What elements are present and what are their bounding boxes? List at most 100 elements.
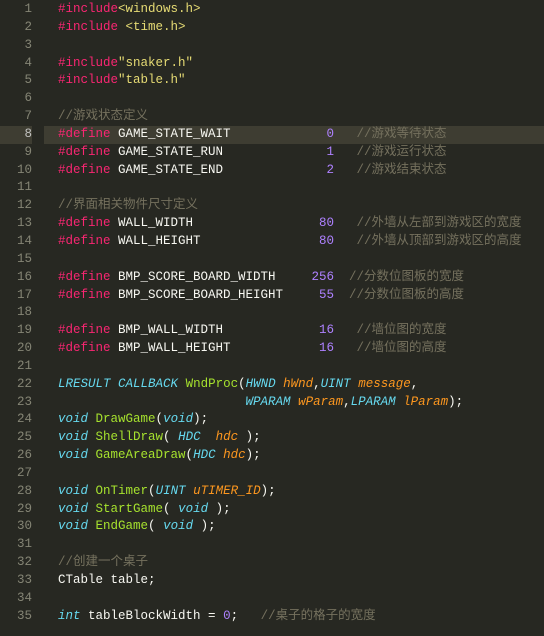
code-token (111, 216, 119, 230)
code-token (111, 323, 119, 337)
code-line[interactable] (44, 304, 544, 322)
code-token (291, 395, 299, 409)
line-number: 10 (0, 162, 32, 180)
code-token: void (58, 502, 88, 516)
code-token: #include (58, 20, 118, 34)
line-number: 22 (0, 376, 32, 394)
code-token: CTable table; (58, 573, 156, 587)
code-line[interactable] (44, 358, 544, 376)
line-number: 9 (0, 144, 32, 162)
code-line[interactable]: #define BMP_WALL_HEIGHT16 //墙位图的高度 (44, 340, 544, 358)
line-number: 5 (0, 72, 32, 90)
code-token: ( (238, 377, 246, 391)
code-token (111, 145, 119, 159)
line-number: 33 (0, 572, 32, 590)
code-line[interactable]: //游戏状态定义 (44, 108, 544, 126)
code-line[interactable] (44, 37, 544, 55)
code-line[interactable]: #define GAME_STATE_END2 //游戏结束状态 (44, 162, 544, 180)
code-editor-area[interactable]: #include<windows.h>#include <time.h>#inc… (44, 0, 544, 636)
code-token (111, 377, 119, 391)
code-line[interactable]: #define GAME_STATE_WAIT0 //游戏等待状态 (44, 126, 544, 144)
code-line[interactable]: #define BMP_SCORE_BOARD_HEIGHT55 //分数位图板… (44, 287, 544, 305)
code-token: 0 (223, 609, 231, 623)
code-line[interactable] (44, 465, 544, 483)
code-token: message (358, 377, 411, 391)
line-number: 30 (0, 518, 32, 536)
code-line[interactable] (44, 590, 544, 608)
code-token: lParam (403, 395, 448, 409)
code-token: OnTimer (96, 484, 149, 498)
code-line[interactable]: #define WALL_HEIGHT80 //外墙从顶部到游戏区的高度 (44, 233, 544, 251)
code-token: DrawGame (96, 412, 156, 426)
code-token: ; (231, 609, 261, 623)
line-number: 23 (0, 394, 32, 412)
code-token: ); (193, 519, 216, 533)
code-token: ); (448, 395, 463, 409)
code-token (58, 395, 246, 409)
code-token: ); (238, 430, 261, 444)
code-token: WndProc (186, 377, 239, 391)
code-line[interactable]: //界面相关物件尺寸定义 (44, 197, 544, 215)
code-token: UINT (156, 484, 186, 498)
code-line[interactable]: void ShellDraw( HDC hdc ); (44, 429, 544, 447)
code-line[interactable]: LRESULT CALLBACK WndProc(HWND hWnd,UINT … (44, 376, 544, 394)
code-token: CALLBACK (118, 377, 178, 391)
code-token: 80 (300, 215, 334, 233)
code-token: int (58, 609, 81, 623)
code-line[interactable] (44, 251, 544, 269)
code-token: void (163, 412, 193, 426)
code-token: BMP_WALL_HEIGHT (118, 340, 300, 358)
code-token: #define (58, 127, 111, 141)
code-token (334, 127, 357, 141)
code-token: GAME_STATE_WAIT (118, 126, 300, 144)
line-number: 19 (0, 322, 32, 340)
line-number: 8 (0, 126, 32, 144)
code-line[interactable] (44, 536, 544, 554)
code-line[interactable]: #define BMP_WALL_WIDTH16 //墙位图的宽度 (44, 322, 544, 340)
code-line[interactable] (44, 179, 544, 197)
code-token: , (343, 395, 351, 409)
code-token (111, 270, 119, 284)
code-line[interactable]: void EndGame( void ); (44, 518, 544, 536)
code-line[interactable]: void GameAreaDraw(HDC hdc); (44, 447, 544, 465)
code-line[interactable]: #define GAME_STATE_RUN1 //游戏运行状态 (44, 144, 544, 162)
code-line[interactable]: #include"snaker.h" (44, 55, 544, 73)
code-token: //分数位图板的宽度 (349, 270, 464, 284)
line-number: 25 (0, 429, 32, 447)
code-line[interactable]: //创建一个桌子 (44, 554, 544, 572)
code-token (111, 163, 119, 177)
code-token: <windows.h> (118, 2, 201, 16)
code-line[interactable]: #include <time.h> (44, 19, 544, 37)
code-token: BMP_SCORE_BOARD_HEIGHT (118, 287, 300, 305)
line-number: 27 (0, 465, 32, 483)
line-number: 7 (0, 108, 32, 126)
code-token: BMP_SCORE_BOARD_WIDTH (118, 269, 300, 287)
code-line[interactable]: void DrawGame(void); (44, 411, 544, 429)
code-line[interactable]: #include"table.h" (44, 72, 544, 90)
code-token (178, 377, 186, 391)
code-token: //桌子的格子的宽度 (261, 609, 376, 623)
line-number: 21 (0, 358, 32, 376)
code-token: #include (58, 56, 118, 70)
code-token: ( (148, 484, 156, 498)
code-token: #include (58, 73, 118, 87)
code-token (334, 323, 357, 337)
code-line[interactable] (44, 90, 544, 108)
code-line[interactable]: #include<windows.h> (44, 1, 544, 19)
code-line[interactable]: WPARAM wParam,LPARAM lParam); (44, 394, 544, 412)
line-number: 26 (0, 447, 32, 465)
code-line[interactable]: CTable table; (44, 572, 544, 590)
code-token (111, 234, 119, 248)
code-token: LRESULT (58, 377, 111, 391)
code-token: , (411, 377, 419, 391)
code-line[interactable]: int tableBlockWidth = 0; //桌子的格子的宽度 (44, 608, 544, 626)
code-token: #define (58, 323, 111, 337)
code-line[interactable]: #define WALL_WIDTH80 //外墙从左部到游戏区的宽度 (44, 215, 544, 233)
code-line[interactable]: #define BMP_SCORE_BOARD_WIDTH256 //分数位图板… (44, 269, 544, 287)
code-line[interactable]: void StartGame( void ); (44, 501, 544, 519)
line-number: 6 (0, 90, 32, 108)
code-token: BMP_WALL_WIDTH (118, 322, 300, 340)
code-token: void (163, 519, 193, 533)
line-number: 31 (0, 536, 32, 554)
code-line[interactable]: void OnTimer(UINT uTIMER_ID); (44, 483, 544, 501)
